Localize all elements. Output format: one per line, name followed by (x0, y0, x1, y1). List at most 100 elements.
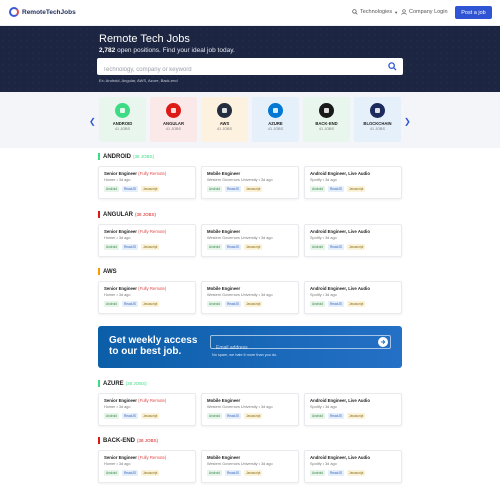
category-name: AWS (219, 121, 230, 126)
job-tag[interactable]: Javascript (347, 186, 366, 192)
search-examples: Ex: Android, Angular, AWS, Azure, Back-e… (99, 78, 178, 83)
job-tag[interactable]: Javascript (141, 301, 160, 307)
job-tag[interactable]: Android (104, 301, 119, 307)
job-tag[interactable]: Android (310, 413, 325, 419)
job-card[interactable]: Android Engineer, Live Audio Spotify • 3… (304, 281, 402, 314)
job-tag[interactable]: ReactJS (225, 470, 242, 476)
job-title: Android Engineer, Live Audio (310, 398, 396, 403)
section-count: (38 JOBS) (137, 438, 159, 443)
category-card-android[interactable]: ANDROID 41 JOBS (99, 97, 146, 142)
job-card[interactable]: Mobile Engineer Western Governors Univer… (201, 281, 299, 314)
job-tag[interactable]: Android (104, 244, 119, 250)
newsletter-email-field (210, 335, 391, 354)
category-name: AZURE (268, 121, 283, 126)
job-tag[interactable]: Javascript (141, 470, 160, 476)
job-card[interactable]: Android Engineer, Live Audio Spotify • 3… (304, 166, 402, 199)
job-tag[interactable]: Android (207, 186, 222, 192)
job-age: 3d ago (118, 178, 131, 182)
logo[interactable]: RemoteTechJobs (9, 7, 76, 17)
job-tag[interactable]: Android (207, 301, 222, 307)
search-input[interactable] (97, 61, 377, 79)
job-tag[interactable]: ReactJS (328, 413, 345, 419)
job-card[interactable]: Senior Engineer (Fully Remote) Homer • 3d… (98, 393, 196, 426)
job-card[interactable]: Mobile Engineer Western Governors Univer… (201, 393, 299, 426)
job-tag[interactable]: Javascript (244, 186, 263, 192)
job-title-text: Android Engineer, Live Audio (310, 398, 371, 403)
job-tag[interactable]: ReactJS (225, 244, 242, 250)
carousel-prev-icon[interactable]: ❮ (89, 117, 96, 126)
job-title-text: Senior Engineer (104, 229, 137, 234)
category-count: 41 JOBS (267, 127, 284, 131)
job-tag[interactable]: Javascript (141, 244, 160, 250)
newsletter-submit-button[interactable] (378, 337, 388, 347)
job-company: Western Governors University (207, 293, 258, 297)
job-title: Senior Engineer (Fully Remote) (104, 229, 190, 234)
job-tag[interactable]: Android (207, 470, 222, 476)
job-tag[interactable]: Javascript (141, 186, 160, 192)
job-tag[interactable]: Android (104, 413, 119, 419)
job-tag[interactable]: Javascript (347, 413, 366, 419)
hero-subtitle-text: open positions. Find your ideal job toda… (115, 47, 235, 54)
job-tag[interactable]: ReactJS (328, 301, 345, 307)
job-meta: Homer • 3d ago (104, 293, 131, 297)
job-tag[interactable]: Android (310, 244, 325, 250)
job-card[interactable]: Senior Engineer (Fully Remote) Homer • 3d… (98, 224, 196, 257)
job-tag[interactable]: ReactJS (122, 470, 139, 476)
job-tag[interactable]: ReactJS (122, 301, 139, 307)
job-tag[interactable]: ReactJS (328, 470, 345, 476)
job-tag[interactable]: ReactJS (122, 413, 139, 419)
job-tag[interactable]: ReactJS (328, 186, 345, 192)
category-card-blockchain[interactable]: BLOCKCHAIN 41 JOBS (354, 97, 401, 142)
job-card[interactable]: Android Engineer, Live Audio Spotify • 3… (304, 450, 402, 483)
job-tag[interactable]: Javascript (244, 244, 263, 250)
category-card-angular[interactable]: ANGULAR 41 JOBS (150, 97, 197, 142)
job-tag[interactable]: ReactJS (122, 186, 139, 192)
job-title: Mobile Engineer (207, 398, 293, 403)
nav-company-login[interactable]: Company Login (401, 9, 448, 15)
carousel-next-icon[interactable]: ❯ (404, 117, 411, 126)
job-tag[interactable]: Android (104, 470, 119, 476)
job-company: Western Governors University (207, 178, 258, 182)
job-tag[interactable]: ReactJS (328, 244, 345, 250)
caret-down-icon: ▼ (394, 9, 399, 15)
job-card[interactable]: Mobile Engineer Western Governors Univer… (201, 224, 299, 257)
job-tag[interactable]: Android (207, 244, 222, 250)
job-tag[interactable]: ReactJS (225, 186, 242, 192)
job-tag[interactable]: ReactJS (122, 244, 139, 250)
job-meta: Spotify • 3d ago (310, 293, 337, 297)
job-title: Android Engineer, Live Audio (310, 455, 396, 460)
job-title: Android Engineer, Live Audio (310, 286, 396, 291)
section-title-android: ANDROID (38 JOBS) (98, 153, 154, 160)
category-count: 41 JOBS (369, 127, 386, 131)
job-meta: Western Governors University • 3d ago (207, 178, 273, 182)
job-tag[interactable]: Android (310, 186, 325, 192)
search-icon (352, 9, 358, 15)
job-tag[interactable]: ReactJS (225, 413, 242, 419)
nav-technologies[interactable]: Technologies ▼ (352, 9, 398, 15)
job-tag[interactable]: Javascript (244, 470, 263, 476)
job-tag[interactable]: Javascript (141, 413, 160, 419)
job-card[interactable]: Mobile Engineer Western Governors Univer… (201, 450, 299, 483)
job-card[interactable]: Mobile Engineer Western Governors Univer… (201, 166, 299, 199)
search-icon[interactable] (388, 62, 397, 71)
category-card-aws[interactable]: AWS 41 JOBS (201, 97, 248, 142)
job-tag[interactable]: Javascript (347, 301, 366, 307)
job-card[interactable]: Senior Engineer (Fully Remote) Homer • 3d… (98, 450, 196, 483)
job-card[interactable]: Android Engineer, Live Audio Spotify • 3… (304, 393, 402, 426)
job-tag[interactable]: ReactJS (225, 301, 242, 307)
category-card-azure[interactable]: AZURE 41 JOBS (252, 97, 299, 142)
category-card-back-end[interactable]: BACK-END 41 JOBS (303, 97, 350, 142)
job-tag[interactable]: Javascript (347, 470, 366, 476)
job-tag[interactable]: Javascript (244, 301, 263, 307)
job-tag[interactable]: Javascript (347, 244, 366, 250)
job-tag[interactable]: Android (207, 413, 222, 419)
job-card[interactable]: Senior Engineer (Fully Remote) Homer • 3d… (98, 166, 196, 199)
job-tag[interactable]: Android (310, 470, 325, 476)
job-card[interactable]: Android Engineer, Live Audio Spotify • 3… (304, 224, 402, 257)
job-title: Mobile Engineer (207, 455, 293, 460)
job-card[interactable]: Senior Engineer (Fully Remote) Homer • 3d… (98, 281, 196, 314)
job-tag[interactable]: Android (104, 186, 119, 192)
job-tag[interactable]: Android (310, 301, 325, 307)
job-tag[interactable]: Javascript (244, 413, 263, 419)
post-job-button[interactable]: Post a job (455, 6, 492, 19)
